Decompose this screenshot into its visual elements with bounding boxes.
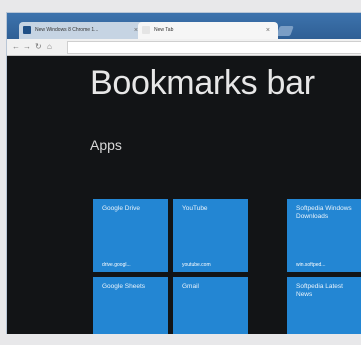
tile-url: youtube.com — [182, 262, 211, 268]
tab-article[interactable]: New Windows 8 Chrome 1... × — [19, 22, 146, 39]
tab-strip: New Windows 8 Chrome 1... × New Tab × — [7, 13, 361, 39]
page-icon — [23, 26, 31, 34]
app-tile-softpedia-news[interactable]: Softpedia Latest News — [287, 277, 361, 335]
app-tile-gmail[interactable]: Gmail — [173, 277, 248, 335]
page-title: Bookmarks bar — [90, 64, 315, 102]
back-arrow-icon[interactable]: ← — [12, 42, 20, 52]
tile-name: Softpedia Latest News — [296, 283, 343, 298]
tile-name: Gmail — [182, 283, 199, 290]
home-icon[interactable]: ⌂ — [47, 42, 52, 52]
tile-url: drive.googl... — [102, 262, 131, 268]
forward-arrow-icon[interactable]: → — [23, 42, 31, 52]
new-tab-button[interactable] — [276, 26, 294, 36]
app-tile-softpedia-downloads[interactable]: Softpedia Windows Downloads win.softped.… — [287, 199, 361, 272]
app-tile-youtube[interactable]: YouTube youtube.com — [173, 199, 248, 272]
app-tile-google-sheets[interactable]: Google Sheets — [93, 277, 168, 335]
tab-label: New Tab — [154, 27, 174, 33]
app-tile-google-drive[interactable]: Google Drive drive.googl... — [93, 199, 168, 272]
toolbar: ← → ↻ ⌂ — [7, 39, 361, 56]
tile-name: YouTube — [182, 205, 208, 212]
screen-bottom-edge — [0, 334, 361, 345]
tile-name: Softpedia Windows Downloads — [296, 205, 352, 220]
apps-heading: Apps — [90, 137, 122, 153]
tile-name: Google Sheets — [102, 283, 146, 290]
tile-name: Google Drive — [102, 205, 140, 212]
close-tab-icon[interactable]: × — [266, 22, 270, 39]
page-icon — [142, 26, 150, 34]
tile-url: win.softped... — [296, 262, 326, 268]
browser-window: New Windows 8 Chrome 1... × New Tab × ← … — [6, 12, 361, 336]
tab-label: New Windows 8 Chrome 1... — [35, 27, 99, 33]
tab-new-tab[interactable]: New Tab × — [138, 22, 278, 39]
address-bar[interactable] — [67, 41, 361, 54]
reload-icon[interactable]: ↻ — [35, 42, 42, 52]
